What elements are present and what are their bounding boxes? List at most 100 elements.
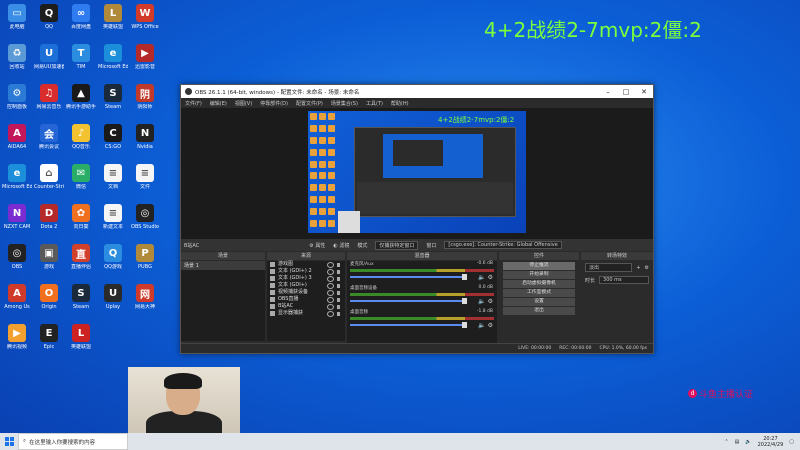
minimize-button[interactable]: – — [599, 88, 617, 96]
desktop-icon[interactable]: 阴阴阳师 — [130, 84, 160, 110]
menu-file[interactable]: 文件(F) — [185, 100, 202, 107]
app-icon: 阴 — [136, 84, 154, 102]
desktop-icon[interactable]: P PUBG — [130, 244, 160, 270]
desktop-icon[interactable]: ▲ 腾讯手游助手 — [66, 84, 96, 110]
desktop-icon[interactable]: ▭ 此电脑 — [2, 4, 32, 30]
window-select[interactable]: [csgo.exe]: Counter-Strike: Global Offen… — [444, 241, 562, 249]
network-icon[interactable]: ▤ — [735, 439, 740, 445]
duration-input[interactable]: 300 ms — [599, 276, 649, 284]
desktop-icon[interactable]: ≡ 新建文本 — [98, 204, 128, 230]
close-button[interactable]: ✕ — [635, 88, 653, 96]
desktop-icon[interactable]: L 英雄联盟 — [66, 324, 96, 350]
desktop-icon[interactable]: ♻ 回收站 — [2, 44, 32, 70]
start-button[interactable] — [0, 433, 18, 450]
mode-select[interactable]: 仅捕获特定窗口 — [375, 240, 419, 250]
filters-button[interactable]: ◐ 滤镜 — [333, 242, 349, 249]
desktop-icon[interactable]: ✉ 微信 — [66, 164, 96, 190]
scene-item[interactable]: 场景 1 — [181, 261, 265, 270]
studio-mode-button[interactable]: 工作室模式 — [503, 289, 575, 297]
visibility-icon — [327, 303, 334, 310]
properties-button[interactable]: ⚙ 属性 — [309, 242, 325, 249]
source-item[interactable]: OBS直播 — [267, 296, 345, 303]
obs-titlebar[interactable]: OBS 26.1.1 (64-bit, windows) - 配置文件: 未命名… — [181, 85, 653, 98]
volume-slider[interactable] — [350, 322, 468, 328]
gear-icon[interactable]: ⚙ — [488, 322, 493, 329]
desktop-icon[interactable]: ▶ 腾讯视频 — [2, 324, 32, 350]
desktop-icon[interactable]: Q QQ游戏 — [98, 244, 128, 270]
source-item[interactable]: 文本 (GDI+) — [267, 282, 345, 289]
virtual-camera-button[interactable]: 启动虚拟摄像机 — [503, 280, 575, 288]
settings-button[interactable]: 设置 — [503, 298, 575, 306]
desktop-icon[interactable]: A AIDA64 — [2, 124, 32, 150]
desktop-icon[interactable]: ◎ OBS Studio — [130, 204, 160, 230]
start-recording-button[interactable]: 开始录制 — [503, 271, 575, 279]
desktop-icon[interactable]: S Steam — [66, 284, 96, 310]
source-item[interactable]: 文本 (GDI+) 2 — [267, 268, 345, 275]
desktop-icon[interactable]: ⚙ 控制面板 — [2, 84, 32, 110]
volume-slider[interactable] — [350, 274, 468, 280]
lock-icon — [337, 290, 340, 295]
stop-streaming-button[interactable]: 停止推流 — [503, 262, 575, 270]
source-item[interactable]: 游戏图 — [267, 261, 345, 268]
desktop-icon[interactable]: L 英雄联盟 — [98, 4, 128, 30]
desktop-icon[interactable]: A Among Us — [2, 284, 32, 310]
menu-scene-collection[interactable]: 场景集合(S) — [331, 100, 358, 107]
source-item[interactable]: 显示器捕获 — [267, 310, 345, 317]
source-item[interactable]: 文本 (GDI+) 3 — [267, 275, 345, 282]
desktop-icon[interactable]: ▣ 游戏 — [34, 244, 64, 270]
desktop-icon[interactable]: e Microsoft Edge — [98, 44, 128, 70]
taskbar-search[interactable]: ⌕ 在这里输入你要搜索的内容 — [18, 433, 128, 450]
desktop-icon[interactable]: U Uplay — [98, 284, 128, 310]
source-item[interactable]: B站AC — [267, 303, 345, 310]
source-item[interactable]: 视频捕获设备 — [267, 289, 345, 296]
speaker-icon[interactable]: 🔈 — [478, 274, 485, 281]
desktop-icon[interactable]: O Origin — [34, 284, 64, 310]
desktop-icon[interactable]: Q QQ — [34, 4, 64, 30]
desktop-icon[interactable]: N Nvidia — [130, 124, 160, 150]
desktop-icon[interactable]: ≡ 文件 — [130, 164, 160, 190]
volume-slider[interactable] — [350, 298, 468, 304]
desktop-icon[interactable]: ▶ 迅雷影音 — [130, 44, 160, 70]
menu-view[interactable]: 视图(V) — [235, 100, 252, 107]
desktop-icon[interactable]: ✿ 向日葵 — [66, 204, 96, 230]
desktop-icon[interactable]: ⌂ Counter-Strike — [34, 164, 64, 190]
desktop-icon[interactable]: W WPS Office — [130, 4, 160, 30]
volume-icon[interactable]: 🔈 — [745, 439, 751, 445]
app-icon: E — [40, 324, 58, 342]
obs-window[interactable]: OBS 26.1.1 (64-bit, windows) - 配置文件: 未命名… — [180, 84, 654, 354]
transition-select[interactable]: 淡出 — [585, 263, 633, 272]
obs-preview[interactable]: 4+2战绩2-7mvp:2僵:2 — [181, 108, 653, 239]
desktop-icon[interactable]: T TIM — [66, 44, 96, 70]
desktop-icon[interactable]: C CS:GO — [98, 124, 128, 150]
menu-tools[interactable]: 工具(T) — [366, 100, 383, 107]
gear-icon[interactable]: ⚙ — [645, 265, 649, 271]
speaker-icon[interactable]: 🔈 — [478, 298, 485, 305]
menu-docks[interactable]: 停靠部件(D) — [260, 100, 288, 107]
exit-button[interactable]: 退出 — [503, 307, 575, 315]
maximize-button[interactable]: □ — [617, 88, 635, 96]
desktop-icon[interactable]: ◎ OBS — [2, 244, 32, 270]
desktop-icon[interactable]: ♪ QQ音乐 — [66, 124, 96, 150]
desktop-icon[interactable]: e Microsoft Edge — [2, 164, 32, 190]
menu-profile[interactable]: 配置文件(P) — [296, 100, 323, 107]
tray-up-icon[interactable]: ⌃ — [724, 439, 728, 445]
desktop-icon[interactable]: ≡ 文档 — [98, 164, 128, 190]
notification-icon[interactable]: ▢ — [789, 439, 794, 445]
desktop-icon[interactable]: U 网易UU加速器 — [34, 44, 64, 70]
speaker-icon[interactable]: 🔈 — [478, 322, 485, 329]
desktop-icon[interactable]: E Epic — [34, 324, 64, 350]
desktop-icon[interactable]: S Steam — [98, 84, 128, 110]
desktop-icon[interactable]: ∞ 百度网盘 — [66, 4, 96, 30]
gear-icon[interactable]: ⚙ — [488, 298, 493, 305]
gear-icon[interactable]: ⚙ — [488, 274, 493, 281]
desktop-icon[interactable]: N NZXT CAM — [2, 204, 32, 230]
desktop-icon[interactable]: 直直播伴侣 — [66, 244, 96, 270]
desktop-icon[interactable]: 会腾讯会议 — [34, 124, 64, 150]
add-transition-icon[interactable]: + — [636, 265, 640, 271]
desktop-icon[interactable]: D Dota 2 — [34, 204, 64, 230]
desktop-icon[interactable]: 网网易大神 — [130, 284, 160, 310]
desktop-icon[interactable]: ♫ 网易云音乐 — [34, 84, 64, 110]
clock[interactable]: 20:27 2022/4/29 — [758, 436, 784, 448]
menu-edit[interactable]: 编辑(E) — [210, 100, 227, 107]
menu-help[interactable]: 帮助(H) — [391, 100, 409, 107]
